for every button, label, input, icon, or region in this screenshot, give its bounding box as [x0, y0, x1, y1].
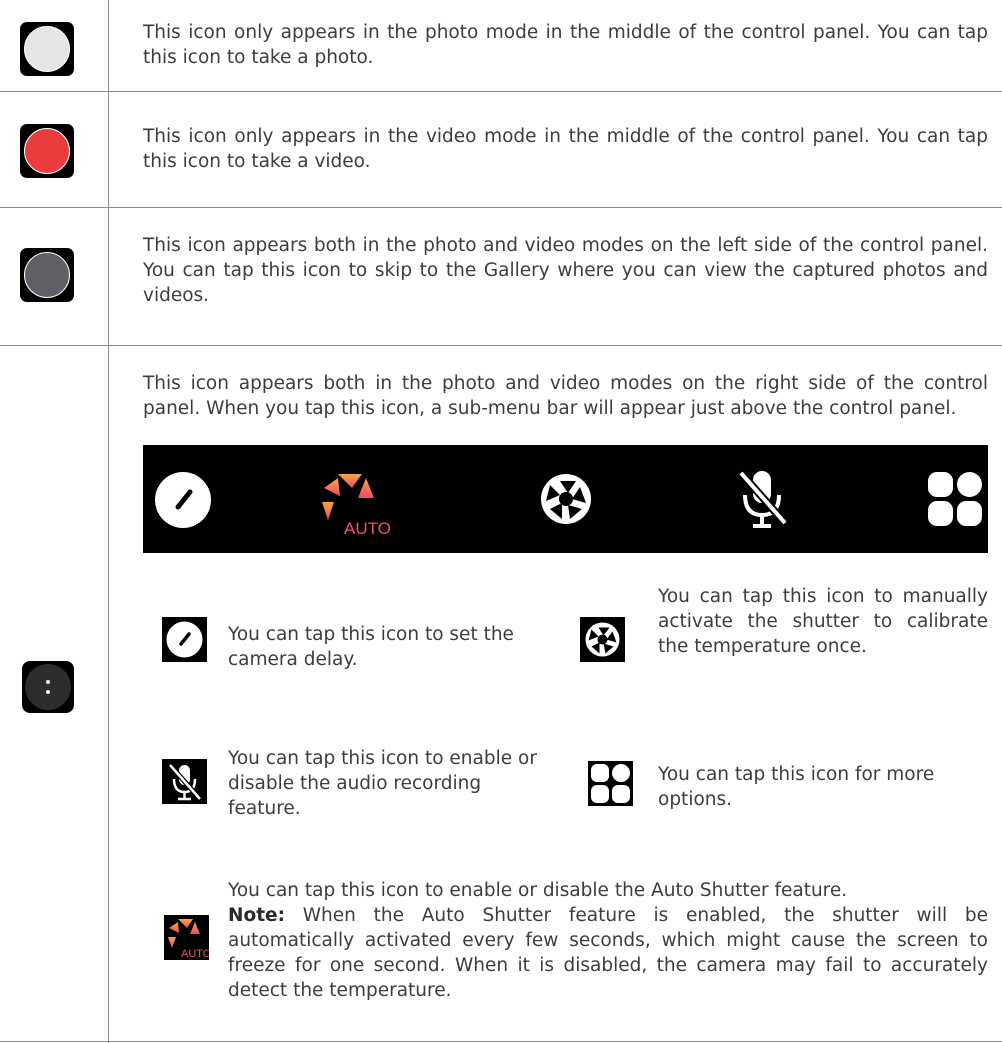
shutter-calibrate-icon	[580, 617, 625, 662]
auto-shutter-icon: AUTO	[164, 915, 209, 960]
photo-shutter-description: This icon only appears in the photo mode…	[143, 22, 988, 68]
more-options-icon	[588, 761, 633, 806]
note-label: Note:	[228, 905, 285, 926]
auto-shutter-line1: You can tap this icon to enable or disab…	[228, 880, 848, 901]
more-menu-description: This icon appears both in the photo and …	[143, 373, 988, 419]
shutter-calibrate-icon	[541, 474, 591, 524]
timer-description: You can tap this icon to set the camera …	[228, 624, 514, 670]
mic-off-description: You can tap this icon to enable or disab…	[228, 748, 537, 819]
auto-shutter-description: You can tap this icon to enable or disab…	[228, 878, 988, 1003]
mic-off-icon	[162, 759, 207, 804]
shutter-calibrate-description: You can tap this icon to manually activa…	[658, 586, 988, 657]
row-divider	[0, 91, 1002, 92]
timer-icon	[155, 472, 211, 528]
submenu-bar: AUTO	[143, 445, 988, 553]
gallery-icon	[20, 248, 74, 302]
timer-icon	[162, 617, 207, 662]
row-divider	[0, 345, 1002, 346]
row-divider	[0, 1041, 1002, 1042]
more-options-icon	[928, 472, 982, 526]
auto-shutter-icon: AUTO	[322, 474, 391, 536]
mic-off-icon	[737, 470, 789, 528]
svg-text:AUTO: AUTO	[344, 519, 391, 536]
column-divider	[108, 0, 109, 1043]
shutter-photo-icon	[20, 22, 74, 76]
note-text: When the Auto Shutter feature is enabled…	[228, 905, 988, 1001]
record-video-icon	[20, 124, 74, 178]
row-divider	[0, 207, 1002, 208]
more-options-description: You can tap this icon for more options.	[658, 764, 935, 810]
svg-text:AUTO: AUTO	[181, 948, 209, 960]
video-record-description: This icon only appears in the video mode…	[143, 126, 988, 172]
more-menu-icon	[22, 661, 74, 713]
gallery-description: This icon appears both in the photo and …	[143, 235, 988, 306]
